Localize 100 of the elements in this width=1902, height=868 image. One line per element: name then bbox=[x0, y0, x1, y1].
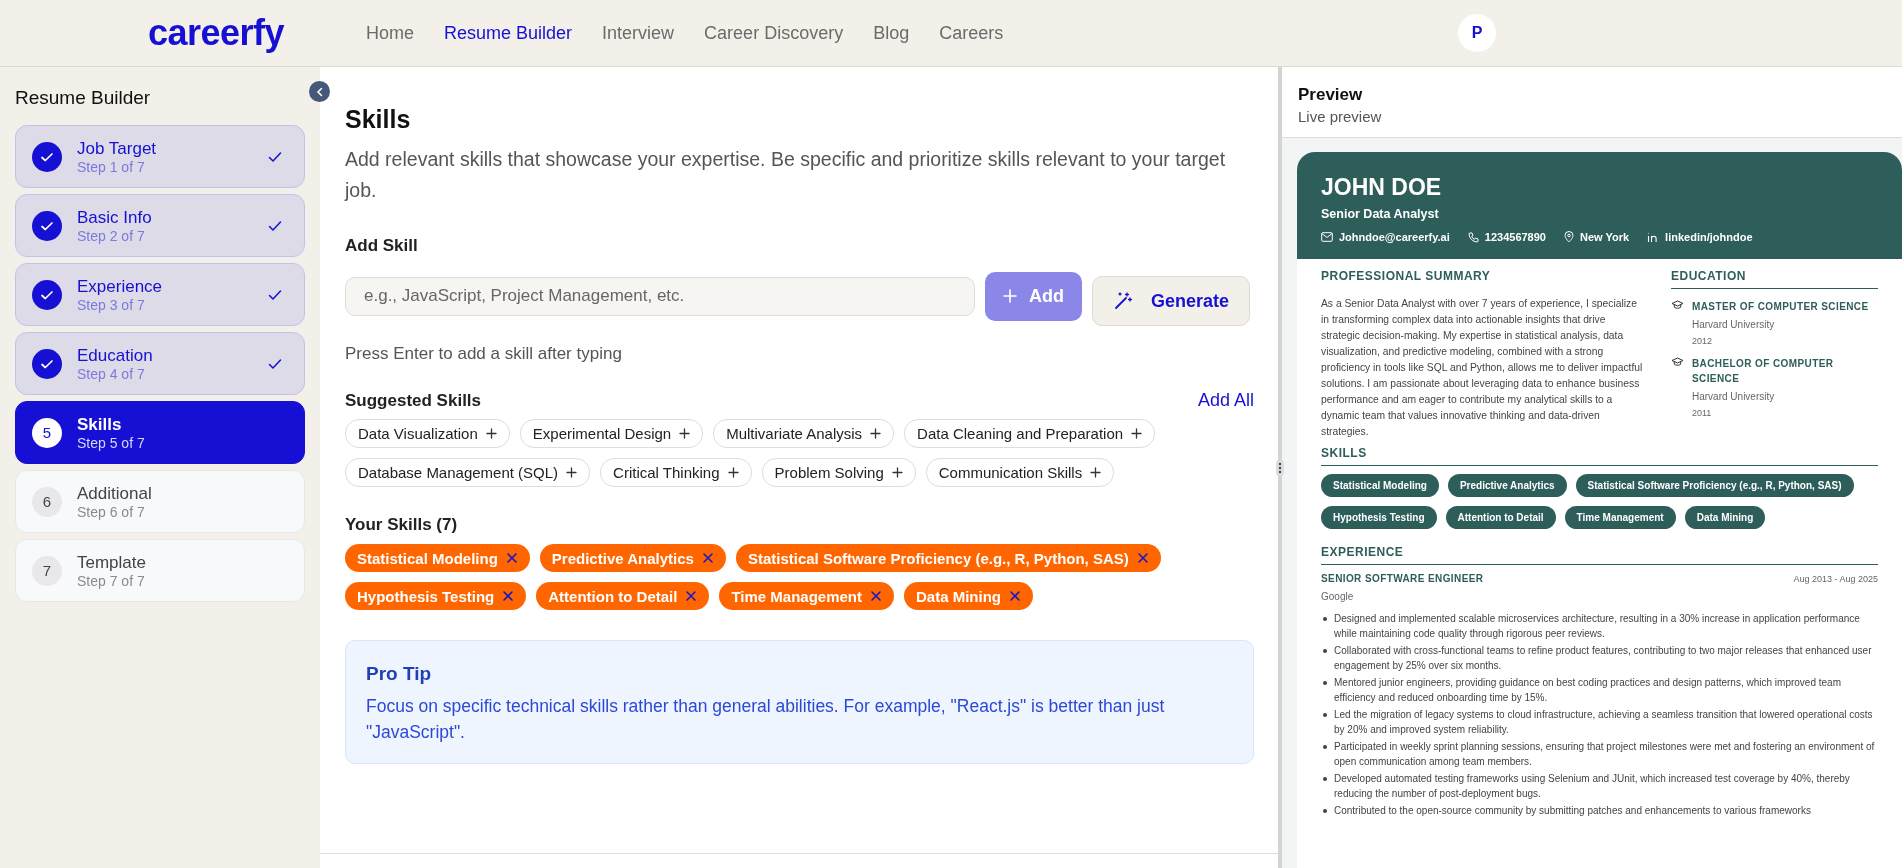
job-bullet: Led the migration of legacy systems to cloud infrastructure, achieving a seamless transition that lowered operational costs by 20% and improved system reliability. bbox=[1334, 708, 1874, 737]
logo[interactable]: careerfy bbox=[148, 12, 366, 54]
degree-title: MASTER OF COMPUTER SCIENCE bbox=[1692, 300, 1869, 314]
resume-role: Senior Data Analyst bbox=[1321, 207, 1440, 221]
avatar[interactable]: P bbox=[1458, 14, 1496, 52]
bullet-icon bbox=[1323, 681, 1327, 685]
bullet-icon bbox=[1323, 745, 1327, 749]
suggested-skill-chip[interactable]: Problem Solving bbox=[761, 458, 916, 487]
step-label: Experience bbox=[77, 276, 164, 297]
suggested-skill-chip[interactable]: Data Visualization bbox=[345, 419, 510, 448]
suggested-skills-label: Suggested Skills bbox=[345, 390, 482, 411]
bullet-icon bbox=[1323, 649, 1327, 653]
job-bullet: Developed automated testing frameworks using Selenium and JUnit, which increased test coverage by 40%, thereby reducing the number of post-deployment bugs. bbox=[1334, 772, 1851, 801]
bullet-icon bbox=[1323, 809, 1327, 813]
step-label: Basic Info bbox=[77, 207, 153, 228]
nav-link[interactable]: Career Discovery bbox=[704, 22, 844, 44]
step-count: Step 5 of 7 bbox=[77, 434, 146, 451]
check-icon bbox=[268, 288, 282, 301]
check-circle-icon bbox=[32, 348, 62, 379]
skill-pill: Hypothesis Testing bbox=[1321, 506, 1437, 529]
remove-icon[interactable] bbox=[701, 552, 714, 564]
add-all-link[interactable]: Add All bbox=[1197, 390, 1254, 411]
mail-icon bbox=[1321, 232, 1333, 242]
step-number: 6 bbox=[32, 486, 62, 517]
company-name: Google bbox=[1321, 591, 1355, 602]
skill-tag: Attention to Detail bbox=[536, 582, 710, 610]
section-title: Skills bbox=[345, 105, 412, 134]
remove-icon[interactable] bbox=[505, 552, 518, 564]
linkedin-icon bbox=[1647, 231, 1660, 243]
skill-tag: Hypothesis Testing bbox=[345, 582, 527, 610]
skill-pill: Data Mining bbox=[1684, 506, 1766, 529]
remove-icon[interactable] bbox=[1009, 590, 1021, 602]
job-bullet: Contributed to the open-source community by submitting patches and enhancements to various frameworks bbox=[1334, 804, 1811, 818]
school-name: Harvard University bbox=[1692, 319, 1776, 330]
job-dates: Aug 2013 - Aug 2025 bbox=[1793, 574, 1878, 584]
plus-icon bbox=[679, 428, 691, 439]
nav-link[interactable]: Resume Builder bbox=[444, 22, 573, 44]
field-label: Add Skill bbox=[345, 236, 419, 256]
plus-icon bbox=[485, 428, 497, 439]
remove-icon[interactable] bbox=[1136, 552, 1149, 564]
nav-link[interactable]: Home bbox=[366, 22, 414, 44]
step-item[interactable]: Education Step 4 of 7 bbox=[15, 332, 305, 395]
nav-link[interactable]: Interview bbox=[602, 22, 675, 44]
skill-input-field[interactable]: e.g., JavaScript, Project Management, etc. bbox=[345, 276, 975, 316]
suggested-skill-chip[interactable]: Experimental Design bbox=[519, 419, 704, 448]
section-description: Add relevant skills that showcase your expertise. Be specific and prioritize skills relevant to your target job. bbox=[345, 147, 1227, 203]
suggested-skill-chip[interactable]: Communication Skills bbox=[925, 458, 1115, 487]
plus-icon bbox=[1090, 467, 1102, 478]
section-heading: SKILLS bbox=[1321, 446, 1878, 466]
step-count: Step 7 of 7 bbox=[77, 572, 146, 589]
sidebar-title: Resume Builder bbox=[15, 87, 152, 109]
step-item[interactable]: Experience Step 3 of 7 bbox=[15, 263, 305, 326]
graduation-cap-icon bbox=[1671, 357, 1684, 367]
suggested-skill-chip[interactable]: Multivariate Analysis bbox=[713, 419, 895, 448]
nav-link[interactable]: Careers bbox=[939, 22, 1004, 44]
skill-pill: Attention to Detail bbox=[1445, 506, 1556, 529]
graduation-cap-icon bbox=[1671, 300, 1684, 310]
job-title: SENIOR SOFTWARE ENGINEER bbox=[1321, 573, 1484, 584]
step-item[interactable]: Job Target Step 1 of 7 bbox=[15, 125, 305, 188]
suggested-skill-chip[interactable]: Data Cleaning and Preparation bbox=[904, 419, 1156, 448]
plus-icon bbox=[1131, 428, 1143, 439]
remove-icon[interactable] bbox=[502, 590, 515, 602]
step-item[interactable]: 6 Additional Step 6 of 7 bbox=[15, 470, 305, 533]
contact-text: linkedin/johndoe bbox=[1665, 231, 1753, 243]
skill-tag: Data Mining bbox=[904, 582, 1033, 610]
skill-tag: Statistical Modeling bbox=[345, 544, 530, 572]
step-item[interactable]: Basic Info Step 2 of 7 bbox=[15, 194, 305, 257]
plus-icon bbox=[870, 428, 882, 439]
remove-icon[interactable] bbox=[685, 590, 698, 602]
section-heading: PROFESSIONAL SUMMARY bbox=[1321, 269, 1492, 285]
bullet-icon bbox=[1323, 617, 1327, 621]
suggested-skill-chip[interactable]: Database Management (SQL) bbox=[345, 458, 591, 487]
location-pin-icon bbox=[1564, 231, 1574, 243]
generate-button[interactable]: Generate bbox=[1092, 276, 1251, 326]
degree-title: BACHELOR OF COMPUTER SCIENCE bbox=[1692, 357, 1835, 386]
step-count: Step 6 of 7 bbox=[77, 503, 146, 520]
nav-link[interactable]: Blog bbox=[873, 22, 910, 44]
skill-tag: Predictive Analytics bbox=[539, 544, 726, 572]
skill-pill: Statistical Modeling bbox=[1321, 474, 1439, 497]
plus-icon bbox=[566, 467, 578, 478]
magic-wand-icon bbox=[1113, 291, 1133, 311]
step-item[interactable]: 5 Skills Step 5 of 7 bbox=[15, 401, 305, 464]
step-label: Additional bbox=[77, 483, 153, 504]
check-icon bbox=[268, 150, 282, 163]
step-item[interactable]: 7 Template Step 7 of 7 bbox=[15, 539, 305, 602]
step-number: 5 bbox=[32, 417, 62, 448]
suggested-skill-chip[interactable]: Critical Thinking bbox=[600, 458, 752, 487]
skill-pill: Predictive Analytics bbox=[1447, 474, 1567, 497]
school-name: Harvard University bbox=[1692, 391, 1776, 402]
check-circle-icon bbox=[32, 279, 62, 310]
check-circle-icon bbox=[32, 210, 62, 241]
step-label: Template bbox=[77, 552, 147, 573]
step-count: Step 1 of 7 bbox=[77, 158, 146, 175]
resume-name: JOHN DOE bbox=[1321, 174, 1443, 201]
job-bullet: Collaborated with cross-functional teams to refine product features, contributing to two major releases that enhanced user engagement by 25% over six months. bbox=[1334, 644, 1873, 673]
remove-icon[interactable] bbox=[870, 590, 882, 602]
plus-icon bbox=[727, 467, 739, 478]
phone-icon bbox=[1467, 231, 1479, 243]
step-label: Skills bbox=[77, 414, 123, 435]
drag-handle-icon[interactable] bbox=[1276, 459, 1284, 476]
